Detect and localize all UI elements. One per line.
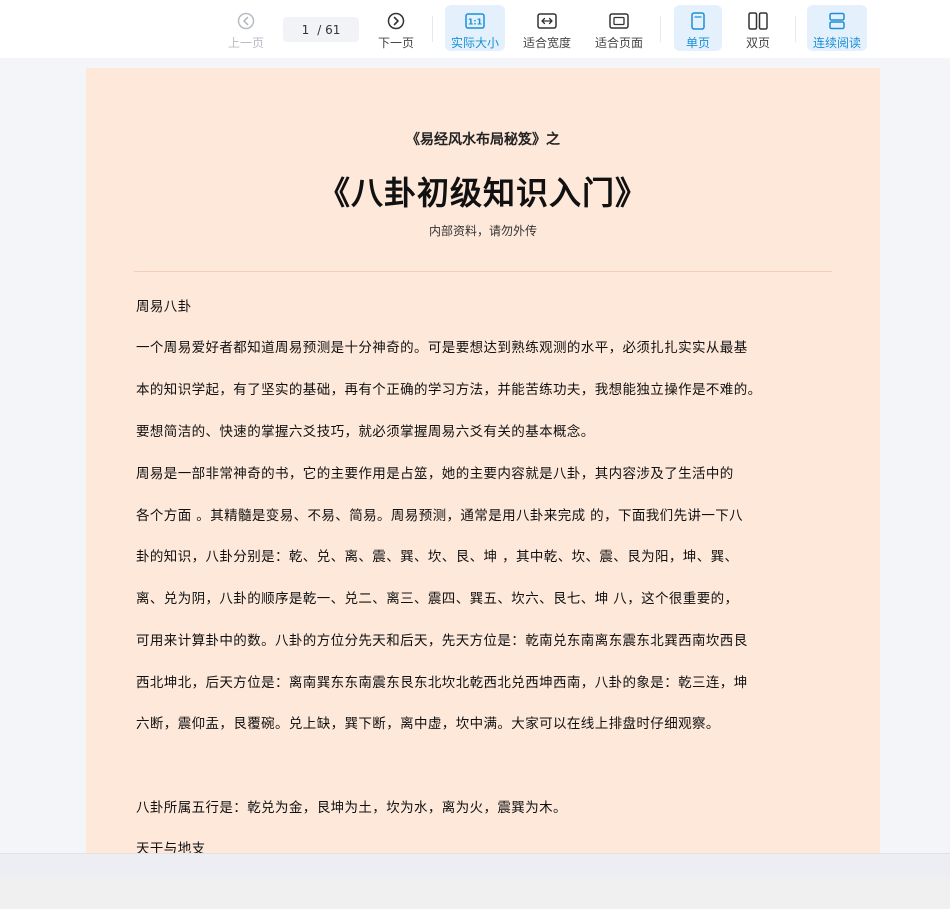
text-line: 天干与地支 (136, 841, 206, 853)
toolbar-divider (795, 16, 796, 42)
title-divider (134, 271, 832, 272)
document-page: 《易经风水布局秘笈》之 《八卦初级知识入门》 内部资料，请勿外传 周易八卦 一个… (86, 68, 880, 853)
page-indicator[interactable]: 1 / 61 (283, 17, 359, 42)
chevron-right-circle-icon (386, 11, 406, 31)
continuous-reading-label: 连续阅读 (812, 36, 861, 50)
fit-page-button[interactable]: 适合页面 (590, 5, 648, 51)
continuous-reading-icon (827, 11, 847, 31)
window-bottom-area (0, 877, 950, 909)
document-note: 内部资料，请勿外传 (428, 224, 537, 238)
fit-page-label: 适合页面 (594, 36, 643, 50)
next-page-label: 下一页 (377, 36, 414, 50)
toolbar-divider (432, 16, 433, 42)
text-line: 周易八卦 (136, 299, 192, 315)
text-line: 要想简洁的、快速的掌握六爻技巧，就必须掌握周易六爻有关的基本概念。 (136, 424, 595, 440)
text-line: 西北坤北，后天方位是：离南巽东东南震东艮东北坎北乾西北兑西坤西南，八卦的象是：乾… (136, 675, 748, 691)
text-line: 离、兑为阴，八卦的顺序是乾一、兑二、离三、震四、巽五、坎六、艮七、坤 八，这个很… (136, 591, 739, 607)
total-pages: / 61 (317, 22, 341, 37)
text-line: 一个周易爱好者都知道周易预测是十分神奇的。可是要想达到熟练观测的水平，必须扎扎实… (136, 340, 748, 356)
fit-page-icon (609, 11, 629, 31)
text-line: 六断，震仰盂，艮覆碗。兑上缺，巽下断，离中虚，坎中满。大家可以在线上排盘时仔细观… (136, 716, 720, 732)
svg-text:1:1: 1:1 (468, 18, 483, 27)
text-line: 可用来计算卦中的数。八卦的方位分先天和后天，先天方位是：乾南兑东南离东震东北巽西… (136, 633, 748, 649)
continuous-reading-button[interactable]: 连续阅读 (807, 5, 867, 51)
fit-width-button[interactable]: 适合宽度 (518, 5, 576, 51)
double-page-button[interactable]: 双页 (734, 5, 782, 51)
double-page-icon (748, 11, 768, 31)
actual-size-icon: 1:1 (465, 11, 485, 31)
status-bar (0, 853, 950, 877)
reader-toolbar: 上一页 1 / 61 下一页 1:1 实际大小 适合宽度 适合页面 单页 双页 … (0, 0, 950, 58)
prev-page-button[interactable]: 上一页 (222, 5, 270, 51)
toolbar-divider (660, 16, 661, 42)
current-page-input[interactable]: 1 (302, 23, 310, 37)
document-subtitle: 《易经风水布局秘笈》之 (406, 132, 560, 148)
fit-width-icon (537, 11, 557, 31)
text-line: 本的知识学起，有了坚实的基础，再有个正确的学习方法，并能苦练功夫，我想能独立操作… (136, 382, 762, 398)
fit-width-label: 适合宽度 (522, 36, 571, 50)
text-line: 周易是一部非常神奇的书，它的主要作用是占筮，她的主要内容就是八卦，其内容涉及了生… (136, 466, 734, 482)
text-line: 八卦所属五行是：乾兑为金，艮坤为土，坎为水，离为火，震巽为木。 (136, 800, 567, 816)
document-title: 《八卦初级知识入门》 (317, 174, 648, 212)
actual-size-label: 实际大小 (450, 36, 499, 50)
single-page-button[interactable]: 单页 (674, 5, 722, 51)
text-line: 各个方面 。其精髓是变易、不易、简易。周易预测，通常是用八卦来完成 的，下面我们… (136, 508, 744, 524)
next-page-button[interactable]: 下一页 (372, 5, 420, 51)
text-line: 卦的知识，八卦分别是：乾、兑、离、震、巽、坎、艮、坤 ，其中乾、坎、震、艮为阳，… (136, 549, 739, 565)
actual-size-button[interactable]: 1:1 实际大小 (445, 5, 505, 51)
double-page-label: 双页 (745, 36, 770, 50)
single-page-label: 单页 (685, 36, 710, 50)
prev-page-label: 上一页 (227, 36, 264, 50)
single-page-icon (688, 11, 708, 31)
chevron-left-circle-icon (236, 11, 256, 31)
